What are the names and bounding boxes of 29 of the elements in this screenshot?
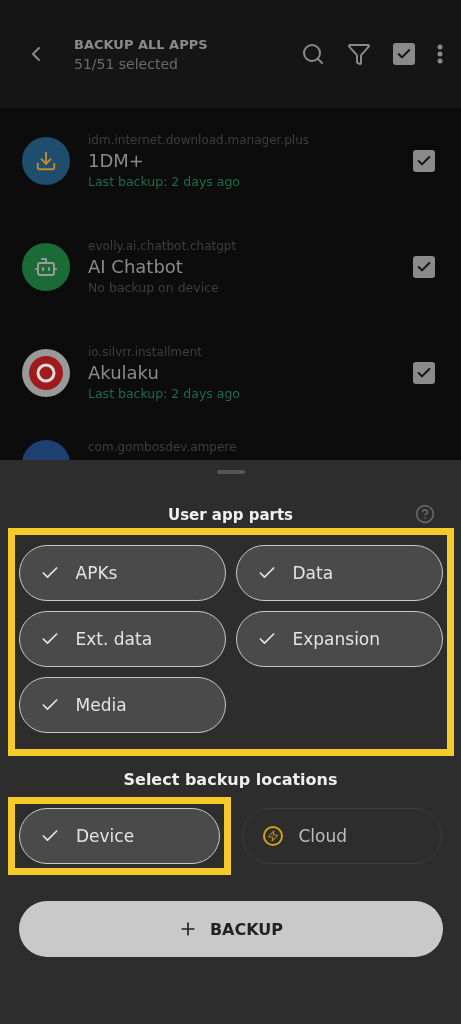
location-chip[interactable]: Cloud [241, 808, 442, 864]
backup-status: Last backup: 2 days ago [88, 386, 242, 401]
backup-status: Last backup: 2 days ago [88, 174, 242, 189]
app-checkbox[interactable] [413, 256, 435, 278]
app-checkbox[interactable] [413, 150, 435, 172]
app-name: AI Chatbot [88, 256, 184, 277]
drag-handle[interactable] [216, 470, 245, 474]
part-chip[interactable]: Media [18, 677, 226, 733]
robot-app-icon [22, 243, 70, 291]
screen-title: BACKUP ALL APPS [74, 36, 209, 52]
app-name: 1DM+ [88, 150, 145, 171]
app-checkbox[interactable] [413, 362, 435, 384]
section-title: User app parts [167, 506, 294, 524]
section-title: Select backup locations [123, 770, 338, 789]
part-chip[interactable]: Expansion [235, 611, 443, 667]
part-chip[interactable]: APKs [18, 545, 226, 601]
part-chip[interactable]: Data [235, 545, 443, 601]
part-chip[interactable]: Ext. data [18, 611, 226, 667]
selection-count: 51/51 selected [74, 55, 179, 72]
filter-icon [347, 42, 371, 66]
search-icon [301, 42, 325, 66]
download-app-icon [22, 137, 70, 185]
help-icon[interactable] [415, 504, 435, 524]
more-icon [437, 44, 443, 64]
location-chip[interactable]: Device [19, 808, 220, 864]
ring-app-icon [22, 349, 70, 397]
bolt-icon [262, 826, 283, 846]
app-name: Akulaku [88, 362, 160, 383]
backup-button[interactable]: BACKUP [18, 901, 443, 957]
